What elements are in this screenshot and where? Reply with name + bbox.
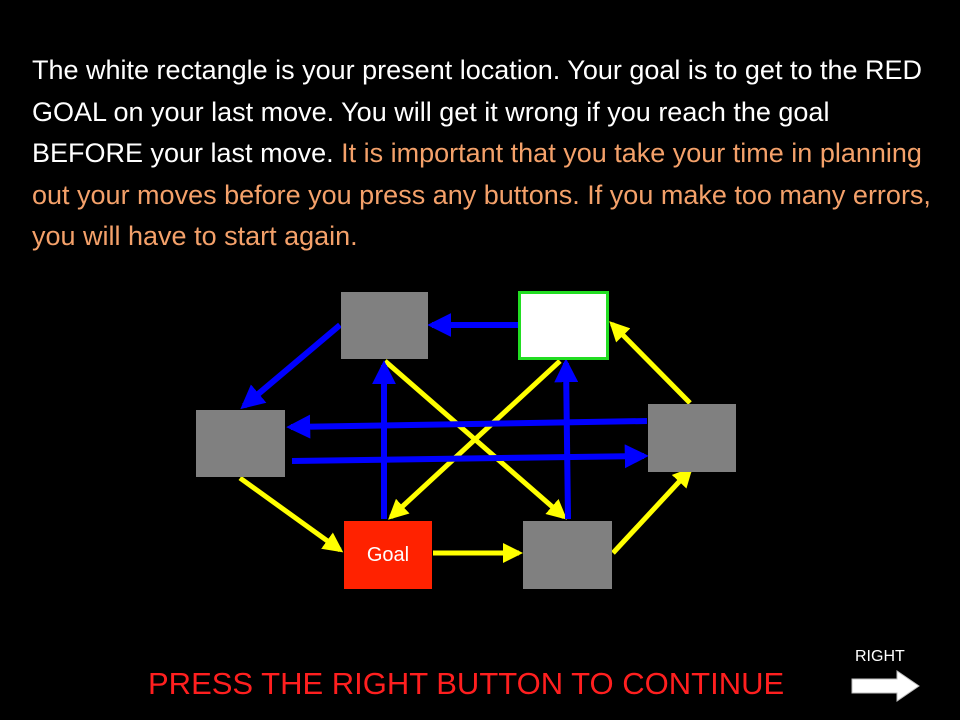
node-top-left <box>341 292 428 359</box>
yellow-arrow-left-to-goal <box>238 475 344 553</box>
yellow-arrow-right-to-current <box>609 321 692 405</box>
blue-arrow-right-to-left <box>286 414 648 439</box>
blue-arrow-top-left-to-left <box>240 322 342 410</box>
node-bottom-right <box>523 521 612 589</box>
goal-label: Goal <box>366 543 410 566</box>
node-left <box>196 410 285 477</box>
task-screen: The white rectangle is your present loca… <box>0 0 960 720</box>
node-right <box>648 404 736 472</box>
blue-arrow-left-to-right <box>291 444 649 469</box>
right-button-label: RIGHT <box>855 648 905 665</box>
continue-prompt: PRESS THE RIGHT BUTTON TO CONTINUE <box>148 666 785 701</box>
maze-board <box>238 313 693 563</box>
node-current-location <box>518 291 609 360</box>
right-arrow-icon[interactable] <box>851 670 921 702</box>
node-goal: Goal <box>344 521 432 589</box>
yellow-arrow-bottom-right-to-right <box>611 467 693 555</box>
blue-arrow-bottom-right-to-current <box>554 358 579 520</box>
